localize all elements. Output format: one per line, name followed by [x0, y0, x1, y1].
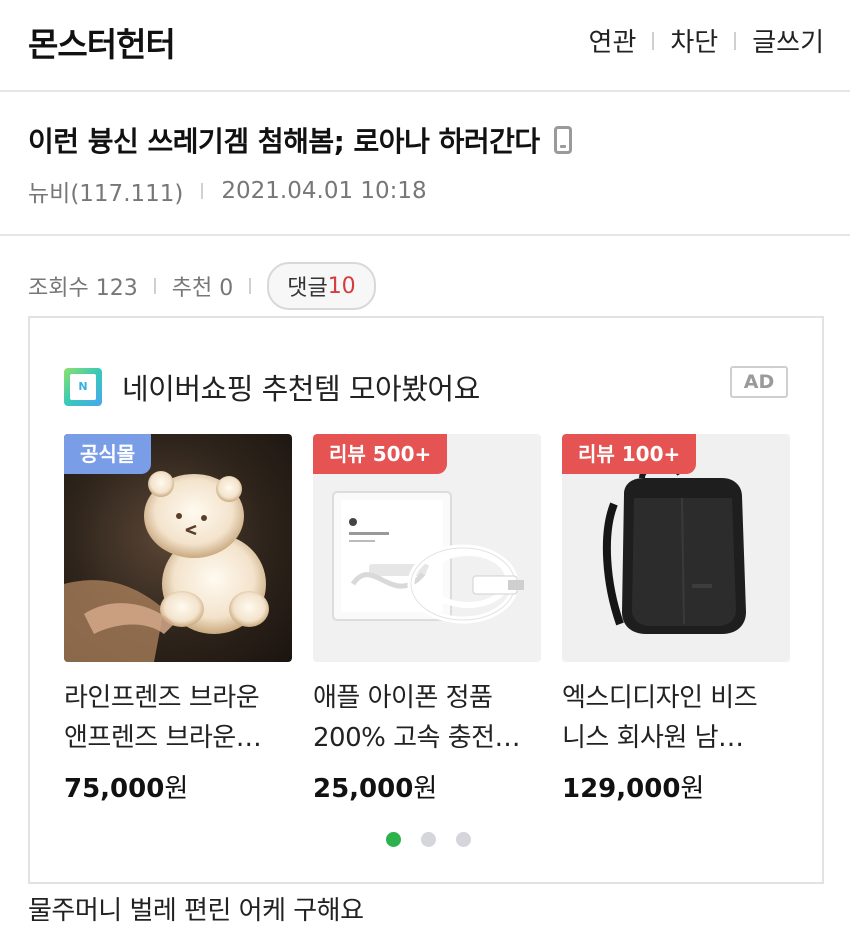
menu-divider	[734, 31, 737, 50]
post-header: 이런 븅신 쓰레기겜 첨해봄; 로아나 하러간다 뉴비(117.111) 202…	[0, 94, 850, 236]
product-price: 25,000원	[313, 774, 438, 804]
comment-count: 10	[327, 273, 356, 299]
stats-divider	[249, 278, 252, 294]
recommend-count: 추천 0	[171, 276, 234, 301]
product-name[interactable]: 애플 아이폰 정품 200% 고속 충전…	[313, 678, 545, 758]
carousel-dot[interactable]	[385, 832, 401, 847]
carousel-pagination	[30, 832, 826, 847]
post-title-row: 이런 븅신 쓰레기겜 첨해봄; 로아나 하러간다	[28, 120, 572, 160]
post-body: 물주머니 벌레 편린 어케 구해요	[28, 896, 364, 926]
ad-title[interactable]: 네이버쇼핑 추천템 모아봤어요	[122, 366, 480, 408]
product-price: 129,000원	[562, 774, 705, 804]
product-image-bear-lamp[interactable]: 공식몰	[64, 434, 292, 662]
product-name[interactable]: 라인프렌즈 브라운 앤프렌즈 브라운…	[64, 678, 296, 758]
product-carousel: 공식몰 라인프렌즈 브라운 앤프렌즈 브라운… 75,000원 리뷰 500+ …	[64, 434, 794, 814]
product-badge: 리뷰 100+	[562, 434, 697, 474]
product-name[interactable]: 엑스디디자인 비즈 니스 회사원 남…	[562, 678, 794, 758]
ad-header: N 네이버쇼핑 추천템 모아봤어요	[64, 366, 480, 408]
post-stats: 조회수 123 추천 0 댓글 10	[28, 262, 376, 310]
related-link[interactable]: 연관	[589, 22, 637, 59]
product-price: 75,000원	[64, 774, 189, 804]
site-title[interactable]: 몬스터헌터	[28, 18, 176, 66]
menu-divider	[652, 31, 655, 50]
product-image-backpack[interactable]: 리뷰 100+	[562, 434, 790, 662]
post-author[interactable]: 뉴비(117.111)	[28, 174, 183, 208]
mobile-icon	[553, 126, 572, 154]
carousel-dot[interactable]	[420, 832, 436, 847]
post-title: 이런 븅신 쓰레기겜 첨해봄; 로아나 하러간다	[28, 125, 540, 158]
shopping-ad: N 네이버쇼핑 추천템 모아봤어요 AD 공식몰 라인프렌즈 브라운 앤프렌즈 …	[28, 316, 824, 884]
ad-badge[interactable]: AD	[730, 366, 788, 398]
stats-divider	[153, 278, 156, 294]
meta-divider	[201, 183, 204, 199]
product-badge: 공식몰	[64, 434, 152, 474]
write-link[interactable]: 글쓰기	[752, 22, 824, 59]
carousel-dot[interactable]	[455, 832, 471, 847]
view-count: 조회수 123	[28, 276, 138, 301]
post-meta: 뉴비(117.111) 2021.04.01 10:18	[28, 174, 427, 208]
product-badge: 리뷰 500+	[313, 434, 448, 474]
comment-label: 댓글	[287, 276, 328, 301]
comment-button[interactable]: 댓글 10	[267, 262, 376, 310]
naver-shopping-logo-icon: N	[64, 368, 102, 406]
product-image-lightning-cable[interactable]: 리뷰 500+	[313, 434, 541, 662]
header-menu: 연관 차단 글쓰기	[589, 22, 824, 59]
post-datetime: 2021.04.01 10:18	[221, 178, 427, 204]
block-link[interactable]: 차단	[670, 22, 718, 59]
top-header: 몬스터헌터 연관 차단 글쓰기	[0, 0, 850, 92]
